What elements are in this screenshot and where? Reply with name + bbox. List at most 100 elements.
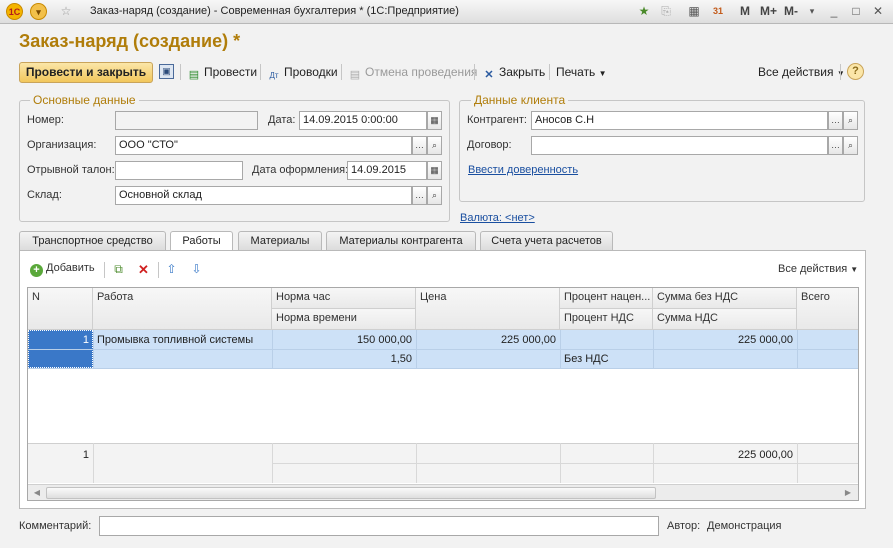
- minimize-button[interactable]: _: [826, 3, 842, 19]
- close-form-button[interactable]: ✕ Закрыть: [482, 62, 545, 82]
- mem-m-button[interactable]: M: [740, 4, 750, 18]
- copy-row-icon[interactable]: ⧉: [111, 262, 126, 277]
- add-row-label: Добавить: [46, 262, 95, 274]
- scroll-left-icon[interactable]: ◀: [32, 487, 42, 499]
- save-icon[interactable]: ▣: [159, 64, 174, 79]
- calculator-icon[interactable]: ▦: [686, 3, 702, 19]
- cell-work[interactable]: Промывка топливной системы: [93, 331, 272, 349]
- print-menu-button[interactable]: Печать ▼: [556, 62, 607, 82]
- enter-proxy-link[interactable]: Ввести доверенность: [468, 164, 578, 176]
- col-header-vat-sum[interactable]: Сумма НДС: [653, 309, 797, 330]
- comment-label: Комментарий:: [19, 520, 92, 532]
- cell-total[interactable]: [797, 331, 858, 337]
- footer-sum-no-vat: 225 000,00: [737, 449, 793, 461]
- col-header-n[interactable]: N: [28, 288, 93, 330]
- dropdown-menu-icon[interactable]: ▾: [30, 3, 47, 20]
- col-header-sum-no-vat[interactable]: Сумма без НДС: [653, 288, 797, 309]
- table-all-actions-menu[interactable]: Все действия ▼: [778, 263, 858, 275]
- cell-sum-no-vat[interactable]: 225 000,00: [653, 331, 797, 349]
- app-logo-icon[interactable]: 1С: [6, 3, 23, 20]
- entries-button[interactable]: Дт Проводки: [267, 62, 338, 82]
- contract-select-button[interactable]: …: [828, 136, 843, 155]
- cell-norm-hour[interactable]: 150 000,00: [272, 331, 416, 349]
- post-button[interactable]: ▤ Провести: [187, 62, 257, 82]
- date-field[interactable]: 14.09.2015 0:00:00: [299, 111, 427, 130]
- tab-counterparty-materials[interactable]: Материалы контрагента: [326, 231, 476, 250]
- move-up-icon[interactable]: ⇧: [164, 262, 179, 277]
- registration-date-field[interactable]: 14.09.2015: [347, 161, 427, 180]
- scrollbar-thumb[interactable]: [46, 487, 656, 499]
- tab-works[interactable]: Работы: [170, 231, 233, 251]
- close-x-icon: ✕: [484, 69, 494, 81]
- warehouse-label: Склад:: [27, 189, 62, 201]
- number-label: Номер:: [27, 114, 64, 126]
- col-header-total[interactable]: Всего: [797, 288, 858, 330]
- cancel-posting-icon: ▤: [349, 69, 361, 81]
- cancel-posting-button[interactable]: ▤ Отмена проведения: [348, 62, 478, 82]
- col-header-vat-percent[interactable]: Процент НДС: [560, 309, 653, 330]
- warehouse-open-icon[interactable]: ⌕: [427, 186, 442, 205]
- currency-link[interactable]: Валюта: <нет>: [460, 212, 535, 224]
- organization-open-icon[interactable]: ⌕: [427, 136, 442, 155]
- warehouse-field[interactable]: Основной склад: [115, 186, 412, 205]
- organization-select-button[interactable]: …: [412, 136, 427, 155]
- post-button-label: Провести: [204, 65, 258, 79]
- window-title: Заказ-наряд (создание) - Современная бух…: [90, 5, 459, 17]
- tab-materials[interactable]: Материалы: [238, 231, 322, 250]
- favorite-star-icon[interactable]: ☆: [58, 3, 74, 19]
- entries-button-label: Проводки: [284, 65, 338, 79]
- contract-field[interactable]: [531, 136, 828, 155]
- cancel-posting-label: Отмена проведения: [365, 65, 478, 79]
- number-field[interactable]: [115, 111, 258, 130]
- col-header-norm-time[interactable]: Норма времени: [272, 309, 416, 330]
- maximize-button[interactable]: □: [848, 3, 864, 19]
- print-label: Печать: [556, 65, 596, 79]
- col-header-price[interactable]: Цена: [416, 288, 560, 330]
- warehouse-select-button[interactable]: …: [412, 186, 427, 205]
- cell-n[interactable]: 1: [28, 331, 93, 349]
- tab-vehicle[interactable]: Транспортное средство: [19, 231, 166, 250]
- counterparty-field[interactable]: Аносов С.Н: [531, 111, 828, 130]
- form-title: Заказ-наряд (создание) *: [19, 31, 241, 51]
- counterparty-select-button[interactable]: …: [828, 111, 843, 130]
- cell-markup[interactable]: [560, 331, 653, 337]
- print-chevron-down-icon: ▼: [598, 69, 607, 78]
- mem-plus-button[interactable]: M+: [760, 4, 777, 18]
- col-header-markup[interactable]: Процент нацен...: [560, 288, 653, 309]
- delete-row-icon[interactable]: ✕: [136, 262, 151, 277]
- works-table[interactable]: N Работа Норма час Цена Процент нацен...…: [27, 287, 859, 501]
- ticket-field[interactable]: [115, 161, 243, 180]
- help-button[interactable]: ?: [847, 63, 864, 80]
- mem-minus-button[interactable]: M-: [784, 4, 798, 18]
- contract-open-icon[interactable]: ⌕: [843, 136, 858, 155]
- close-window-button[interactable]: ✕: [870, 3, 886, 19]
- counterparty-label: Контрагент:: [467, 114, 527, 126]
- add-row-button[interactable]: + Добавить: [30, 262, 95, 277]
- contract-label: Договор:: [467, 139, 512, 151]
- author-label: Автор:: [667, 520, 701, 532]
- link-icon[interactable]: ⎘: [658, 3, 674, 19]
- all-actions-menu[interactable]: Все действия ▼: [758, 62, 845, 82]
- date-calendar-icon[interactable]: ▦: [427, 111, 442, 130]
- titlebar-menu-icon[interactable]: ▾: [804, 3, 820, 19]
- counterparty-open-icon[interactable]: ⌕: [843, 111, 858, 130]
- calendar-icon[interactable]: 31: [710, 3, 726, 19]
- favorite-add-icon[interactable]: ★: [636, 3, 652, 19]
- tab-settlement-accounts[interactable]: Счета учета расчетов: [480, 231, 613, 250]
- comment-field[interactable]: [99, 516, 659, 536]
- all-actions-label: Все действия: [758, 65, 834, 79]
- organization-label: Организация:: [27, 139, 97, 151]
- cell-price[interactable]: 225 000,00: [416, 331, 560, 349]
- col-header-norm-hour[interactable]: Норма час: [272, 288, 416, 309]
- cell-norm-time[interactable]: 1,50: [272, 350, 416, 368]
- scroll-right-icon[interactable]: ▶: [843, 487, 853, 499]
- footer-count: 1: [82, 449, 89, 461]
- window-titlebar: 1С ▾ ☆ Заказ-наряд (создание) - Современ…: [0, 0, 893, 24]
- col-header-work[interactable]: Работа: [93, 288, 272, 330]
- cell-vat-percent[interactable]: Без НДС: [560, 350, 653, 368]
- cell-vat-sum[interactable]: [653, 350, 797, 356]
- registration-date-calendar-icon[interactable]: ▦: [427, 161, 442, 180]
- post-and-close-button[interactable]: Провести и закрыть: [19, 62, 153, 83]
- organization-field[interactable]: ООО "СТО": [115, 136, 412, 155]
- move-down-icon[interactable]: ⇩: [189, 262, 204, 277]
